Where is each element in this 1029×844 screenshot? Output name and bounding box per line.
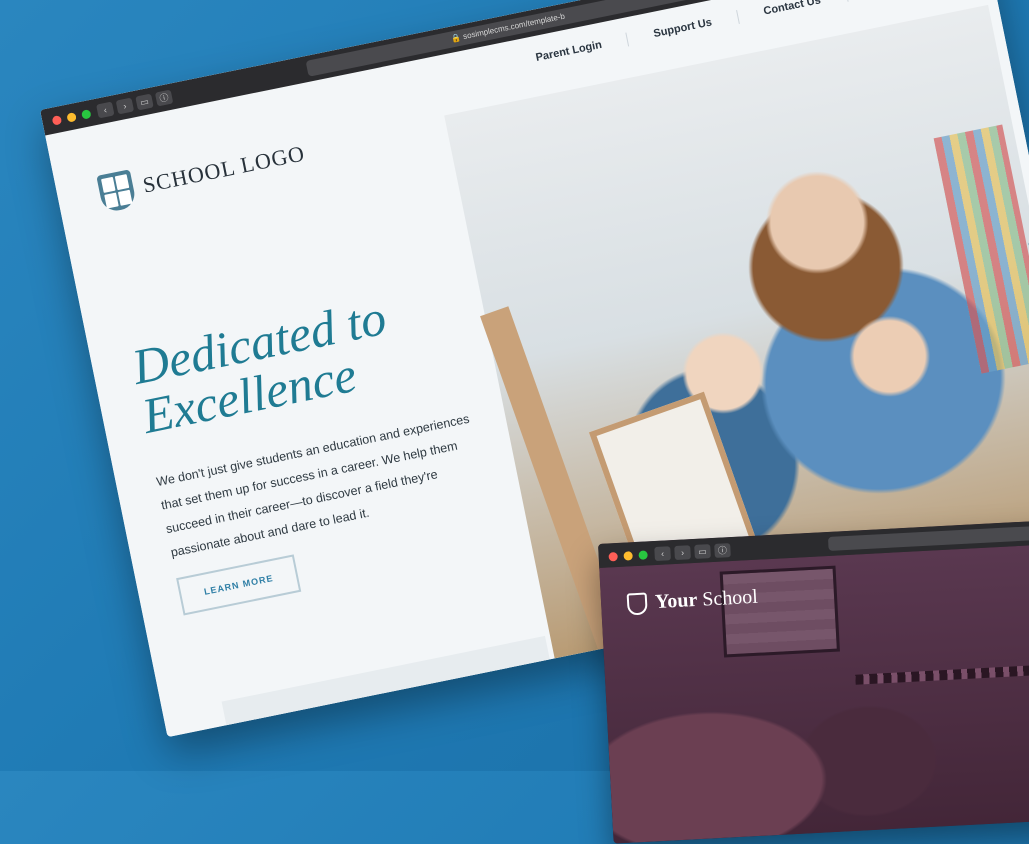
close-window-button[interactable]	[51, 115, 63, 126]
window-controls	[51, 109, 92, 126]
maximize-window-button[interactable]	[80, 109, 92, 120]
window-controls-second	[608, 550, 648, 562]
shield-icon-second	[626, 592, 648, 616]
nav-parent-login[interactable]: Parent Login	[535, 38, 603, 63]
minimize-window-button-second[interactable]	[623, 551, 633, 561]
sidebar-toggle-icon[interactable]: ▭	[135, 93, 154, 111]
close-window-button-second[interactable]	[608, 551, 618, 562]
minimize-window-button[interactable]	[66, 112, 77, 123]
nav-divider	[735, 9, 740, 24]
nav-support-us[interactable]: Support Us	[652, 16, 712, 40]
nav-divider	[625, 31, 630, 46]
classroom-bunting	[855, 663, 1029, 685]
sidebar-toggle-icon-second[interactable]: ▭	[694, 544, 711, 559]
learn-more-button[interactable]: LEARN MORE	[176, 554, 302, 616]
nav-contact-us[interactable]: Contact Us	[762, 0, 821, 17]
shield-icon	[96, 169, 138, 214]
second-browser-window: ‹ › ▭ ⓘ 🔒 Your School	[598, 519, 1029, 844]
back-button-second[interactable]: ‹	[654, 546, 671, 562]
nav-divider	[844, 0, 849, 2]
lower-content-panel	[221, 635, 557, 738]
classroom-board	[719, 565, 840, 658]
back-button[interactable]: ‹	[96, 101, 115, 119]
forward-button[interactable]: ›	[115, 97, 135, 115]
browser-nav-buttons-second: ‹ › ▭ ⓘ	[654, 543, 731, 562]
maximize-window-button-second[interactable]	[638, 550, 648, 560]
art-supplies-shelf	[933, 124, 1029, 374]
second-website-page: Your School	[599, 543, 1029, 844]
school-logo[interactable]: SCHOOL LOGO	[96, 134, 308, 214]
info-icon[interactable]: ⓘ	[154, 89, 174, 107]
info-icon-second[interactable]: ⓘ	[714, 543, 731, 558]
forward-button-second[interactable]: ›	[674, 545, 691, 560]
desktop-background: ‹ › ▭ ⓘ 🔒 sosimplecms.com/template-b ↻ ⬇…	[0, 0, 1029, 844]
lock-icon: 🔒	[450, 32, 462, 44]
logo-text: SCHOOL LOGO	[140, 140, 308, 198]
brand-bold: Your	[654, 588, 698, 614]
brand-rest: School	[701, 585, 759, 611]
